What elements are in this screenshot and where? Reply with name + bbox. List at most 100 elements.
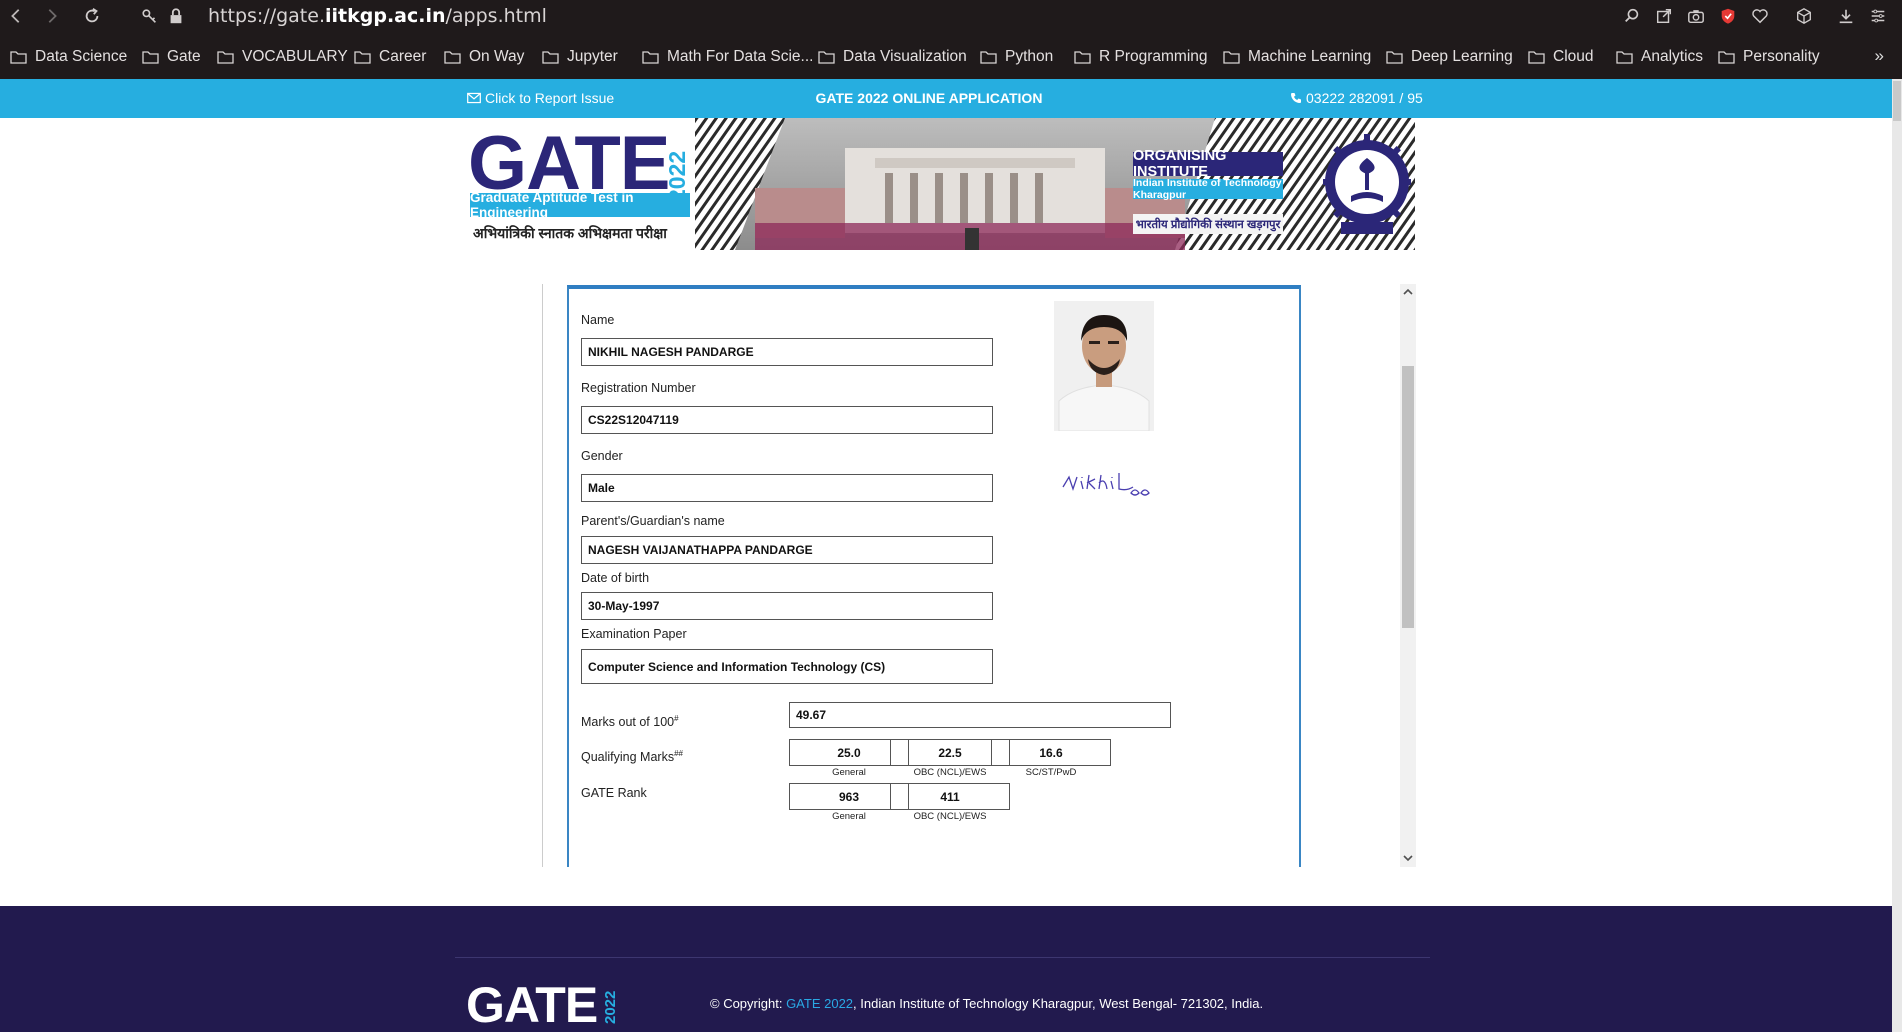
footer-divider xyxy=(455,957,1430,958)
frame-border xyxy=(542,284,543,867)
gender-label: Gender xyxy=(581,449,623,463)
bookmark-item[interactable]: Data Visualization xyxy=(818,44,967,70)
folder-icon xyxy=(1386,51,1403,64)
search-icon[interactable] xyxy=(1620,4,1644,28)
bookmark-item[interactable]: Career xyxy=(354,44,426,70)
key-icon[interactable] xyxy=(138,4,162,28)
scorecard-scrollbar-thumb[interactable] xyxy=(1402,366,1414,628)
page-scrollbar[interactable] xyxy=(1892,79,1902,1032)
bookmark-label: Career xyxy=(379,48,427,65)
footer-copyright: © Copyright: GATE 2022, Indian Institute… xyxy=(710,996,1264,1011)
phone-icon xyxy=(1291,93,1301,103)
scorecard-frame: Name NIKHIL NAGESH PANDARGE Registration… xyxy=(542,284,1416,867)
registration-number-field: CS22S12047119 xyxy=(581,406,993,434)
menu-icon[interactable] xyxy=(1866,4,1890,28)
gate-subtitle: Graduate Aptitude Test in Engineering xyxy=(470,190,690,220)
folder-icon xyxy=(1223,51,1240,64)
candidate-signature xyxy=(1062,473,1150,496)
lock-icon[interactable] xyxy=(164,4,188,28)
folder-icon xyxy=(354,51,371,64)
bookmark-item[interactable]: Personality xyxy=(1718,44,1820,70)
reload-icon[interactable] xyxy=(80,4,104,28)
bookmark-label: Data Science xyxy=(35,48,128,65)
bookmark-label: Cloud xyxy=(1553,48,1594,65)
shield-icon[interactable] xyxy=(1716,4,1740,28)
page-footer: GATE 2022 © Copyright: GATE 2022, Indian… xyxy=(0,906,1892,1032)
date-of-birth-field: 30-May-1997 xyxy=(581,592,993,620)
download-icon[interactable] xyxy=(1834,4,1858,28)
folder-icon xyxy=(1074,51,1091,64)
bookmark-item[interactable]: Deep Learning xyxy=(1386,44,1513,70)
qualifying-marks-category: SC/ST/PwD xyxy=(1025,767,1077,778)
scorecard: Name NIKHIL NAGESH PANDARGE Registration… xyxy=(567,285,1301,867)
guardian-name-field: NAGESH VAIJANATHAPPA PANDARGE xyxy=(581,536,993,564)
organising-institute-label: ORGANISING INSTITUTE xyxy=(1133,148,1283,180)
folder-icon xyxy=(818,51,835,64)
gate-banner: GATE 2022 Graduate Aptitude Test in Engi… xyxy=(465,118,1415,250)
bookmark-item[interactable]: Machine Learning xyxy=(1223,44,1371,70)
heart-icon[interactable] xyxy=(1748,4,1772,28)
back-icon[interactable] xyxy=(4,4,28,28)
marks-field: 49.67 xyxy=(789,702,1171,728)
institute-name: Indian Institute of Technology Kharagpur xyxy=(1133,177,1283,201)
examination-paper-field: Computer Science and Information Technol… xyxy=(581,649,993,684)
top-info-strip: Click to Report Issue GATE 2022 ONLINE A… xyxy=(0,79,1892,118)
phone-number: 03222 282091 / 95 xyxy=(1306,90,1423,106)
contact-phone: 03222 282091 / 95 xyxy=(1290,90,1423,106)
bookmarks-bar: Data Science Gate VOCABULARY Career On Way Ju… xyxy=(0,44,1902,70)
gate-rank-value: 411 xyxy=(890,783,1010,810)
bookmark-label: Gate xyxy=(167,48,201,65)
folder-icon xyxy=(542,51,559,64)
bookmark-label: R Programming xyxy=(1099,48,1208,65)
browser-chrome: https://gate.iitkgp.ac.in/apps.html Data… xyxy=(0,0,1902,79)
page-scrollbar-thumb[interactable] xyxy=(1893,81,1901,121)
bookmark-label: VOCABULARY xyxy=(242,48,348,65)
footer-gate-logo: GATE xyxy=(466,977,598,1033)
bookmark-item[interactable]: Python xyxy=(980,44,1053,70)
scroll-up-icon[interactable] xyxy=(1402,286,1414,298)
bookmark-item[interactable]: Data Science xyxy=(10,44,127,70)
folder-icon xyxy=(1718,51,1735,64)
footer-gate-year: 2022 xyxy=(602,991,618,1024)
bookmark-item[interactable]: VOCABULARY xyxy=(217,44,348,70)
folder-icon xyxy=(142,51,159,64)
folder-icon xyxy=(980,51,997,64)
bookmark-item[interactable]: R Programming xyxy=(1074,44,1208,70)
folder-icon xyxy=(10,51,27,64)
guardian-name-label: Parent's/Guardian's name xyxy=(581,514,725,528)
candidate-photo xyxy=(1054,301,1154,431)
gate-hindi-subtitle: अभियांत्रिकी स्नातक अभिक्षमता परीक्षा xyxy=(473,225,667,241)
camera-icon[interactable] xyxy=(1684,4,1708,28)
examination-paper-label: Examination Paper xyxy=(581,627,687,641)
bookmarks-overflow-icon[interactable]: » xyxy=(1875,46,1884,66)
bookmark-label: Data Visualization xyxy=(843,48,967,65)
bookmark-item[interactable]: On Way xyxy=(444,44,524,70)
forward-icon[interactable] xyxy=(40,4,64,28)
scroll-down-icon[interactable] xyxy=(1402,852,1414,864)
scorecard-scrollbar[interactable] xyxy=(1400,284,1416,867)
bookmark-label: Math For Data Scie... xyxy=(667,48,814,65)
folder-icon xyxy=(217,51,234,64)
share-icon[interactable] xyxy=(1652,4,1676,28)
bookmark-item[interactable]: Jupyter xyxy=(542,44,618,70)
svg-text:2022: 2022 xyxy=(602,991,618,1024)
gate-rank-label: GATE Rank xyxy=(581,786,647,800)
box-icon[interactable] xyxy=(1792,4,1816,28)
footer-gate-link[interactable]: GATE 2022 xyxy=(786,996,853,1011)
bookmark-item[interactable]: Gate xyxy=(142,44,201,70)
folder-icon xyxy=(444,51,461,64)
bookmark-label: On Way xyxy=(469,48,525,65)
qualifying-marks-label: Qualifying Marks## xyxy=(581,749,683,765)
bookmark-item[interactable]: Analytics xyxy=(1616,44,1703,70)
bookmark-label: Python xyxy=(1005,48,1054,65)
banner-campus-image xyxy=(695,118,1415,250)
folder-icon xyxy=(1528,51,1545,64)
url-field[interactable]: https://gate.iitkgp.ac.in/apps.html xyxy=(208,5,547,27)
folder-icon xyxy=(642,51,659,64)
marks-label: Marks out of 100# xyxy=(581,714,679,730)
bookmark-item[interactable]: Math For Data Scie... xyxy=(642,44,813,70)
qualifying-marks-value: 16.6 xyxy=(991,739,1111,766)
bookmark-label: Personality xyxy=(1743,48,1820,65)
bookmark-item[interactable]: Cloud xyxy=(1528,44,1594,70)
name-field: NIKHIL NAGESH PANDARGE xyxy=(581,338,993,366)
